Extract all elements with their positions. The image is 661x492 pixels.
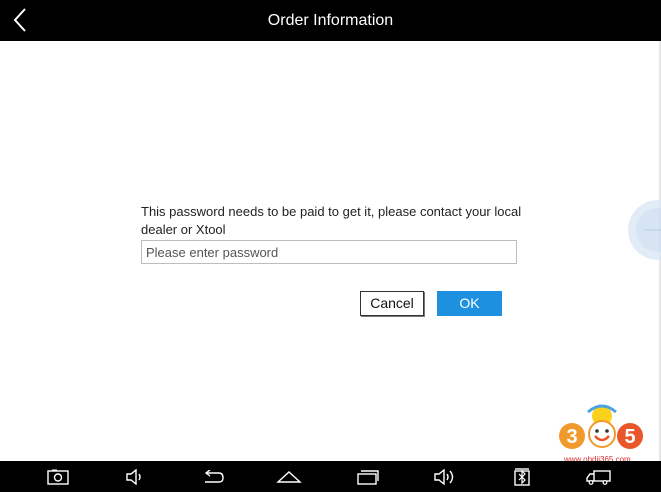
screenshot-icon bbox=[47, 469, 69, 485]
volume-down-button[interactable] bbox=[120, 461, 150, 492]
password-message: This password needs to be paid to get it… bbox=[141, 204, 522, 237]
ok-button[interactable]: OK bbox=[437, 291, 502, 316]
home-button[interactable] bbox=[274, 461, 304, 492]
system-nav-bar bbox=[0, 461, 661, 492]
volume-up-button[interactable] bbox=[430, 461, 460, 492]
watermark-logo: 3 5 www.obdii365.com bbox=[558, 404, 648, 464]
floating-side-handle[interactable] bbox=[628, 200, 661, 260]
svg-text:5: 5 bbox=[624, 426, 635, 448]
password-input[interactable] bbox=[141, 240, 517, 264]
back-nav-button[interactable] bbox=[198, 461, 228, 492]
truck-icon bbox=[586, 469, 611, 485]
home-icon bbox=[276, 470, 302, 483]
side-handle-bar-icon bbox=[644, 229, 661, 231]
recent-apps-button[interactable] bbox=[353, 461, 383, 492]
recent-apps-icon bbox=[357, 469, 379, 485]
back-icon bbox=[204, 469, 224, 483]
obdii365-logo-icon: 3 5 bbox=[559, 404, 643, 449]
vci-icon bbox=[514, 467, 530, 486]
page-title: Order Information bbox=[267, 12, 394, 29]
screenshot-button[interactable] bbox=[43, 461, 73, 492]
volume-down-icon bbox=[126, 468, 141, 485]
cancel-button[interactable]: Cancel bbox=[360, 291, 424, 316]
title-bar: Order Information bbox=[0, 0, 661, 41]
vci-button[interactable] bbox=[507, 461, 537, 492]
svg-text:3: 3 bbox=[566, 426, 577, 448]
truck-button[interactable] bbox=[584, 461, 614, 492]
volume-up-icon bbox=[434, 468, 454, 485]
